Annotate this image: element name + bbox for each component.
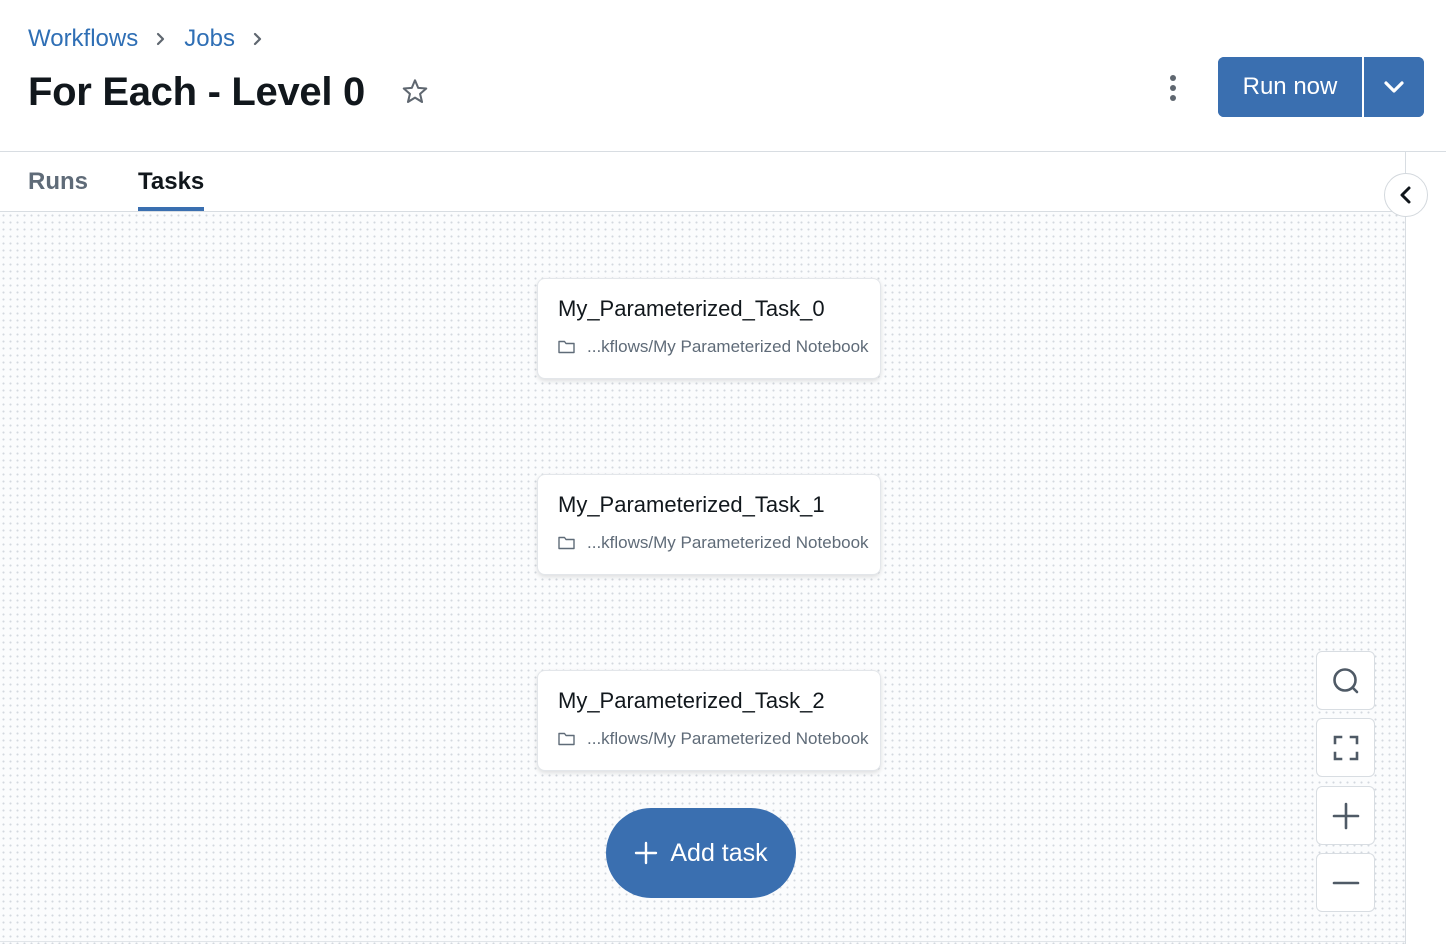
star-icon[interactable] xyxy=(399,76,431,108)
side-panel-divider xyxy=(1405,152,1406,944)
canvas-bottom-border xyxy=(0,941,1406,942)
tab-runs[interactable]: Runs xyxy=(28,152,88,212)
breadcrumb-workflows[interactable]: Workflows xyxy=(28,25,138,53)
fit-view-button[interactable] xyxy=(1316,718,1375,777)
canvas-search-button[interactable] xyxy=(1316,651,1375,710)
chevron-down-icon xyxy=(1384,81,1404,93)
breadcrumb: Workflows Jobs xyxy=(28,22,281,56)
zoom-out-button[interactable] xyxy=(1316,853,1375,912)
run-now-button[interactable]: Run now xyxy=(1218,57,1362,117)
tab-tasks[interactable]: Tasks xyxy=(138,152,205,212)
title-row: For Each - Level 0 xyxy=(28,66,431,118)
fit-view-icon xyxy=(1333,735,1358,760)
task-name: My_Parameterized_Task_1 xyxy=(558,492,825,517)
task-name: My_Parameterized_Task_0 xyxy=(558,296,825,321)
folder-icon xyxy=(558,536,575,550)
more-options-button[interactable] xyxy=(1160,70,1186,106)
folder-icon xyxy=(558,732,575,746)
task-path: ...kflows/My Parameterized Notebook xyxy=(558,337,869,357)
add-task-button[interactable]: Add task xyxy=(606,808,796,898)
plus-icon xyxy=(1332,802,1359,829)
page-title: For Each - Level 0 xyxy=(28,69,365,114)
tab-bar: Runs Tasks xyxy=(28,152,254,212)
task-path-text: ...kflows/My Parameterized Notebook xyxy=(587,729,869,748)
task-path: ...kflows/My Parameterized Notebook xyxy=(558,729,869,749)
task-path-text: ...kflows/My Parameterized Notebook xyxy=(587,533,869,552)
plus-icon xyxy=(635,841,658,865)
kebab-dot xyxy=(1170,75,1176,81)
task-path-text: ...kflows/My Parameterized Notebook xyxy=(587,337,869,356)
folder-icon xyxy=(558,340,575,354)
kebab-dot xyxy=(1170,95,1176,101)
chevron-right-icon xyxy=(138,32,184,46)
task-path: ...kflows/My Parameterized Notebook xyxy=(558,533,869,553)
breadcrumb-jobs[interactable]: Jobs xyxy=(184,25,235,53)
collapse-panel-button[interactable] xyxy=(1384,173,1428,217)
chevron-left-icon xyxy=(1400,186,1411,204)
kebab-dot xyxy=(1170,85,1176,91)
search-icon xyxy=(1332,667,1358,693)
task-card[interactable]: My_Parameterized_Task_2 ...kflows/My Par… xyxy=(537,670,881,771)
task-name: My_Parameterized_Task_2 xyxy=(558,688,825,713)
chevron-right-icon xyxy=(235,32,281,46)
minus-icon xyxy=(1332,881,1359,884)
task-card[interactable]: My_Parameterized_Task_0 ...kflows/My Par… xyxy=(537,278,881,379)
zoom-in-button[interactable] xyxy=(1316,786,1375,845)
run-options-dropdown-button[interactable] xyxy=(1364,57,1424,117)
run-now-split-button: Run now xyxy=(1218,57,1424,117)
add-task-label: Add task xyxy=(670,838,768,867)
task-card[interactable]: My_Parameterized_Task_1 ...kflows/My Par… xyxy=(537,474,881,575)
